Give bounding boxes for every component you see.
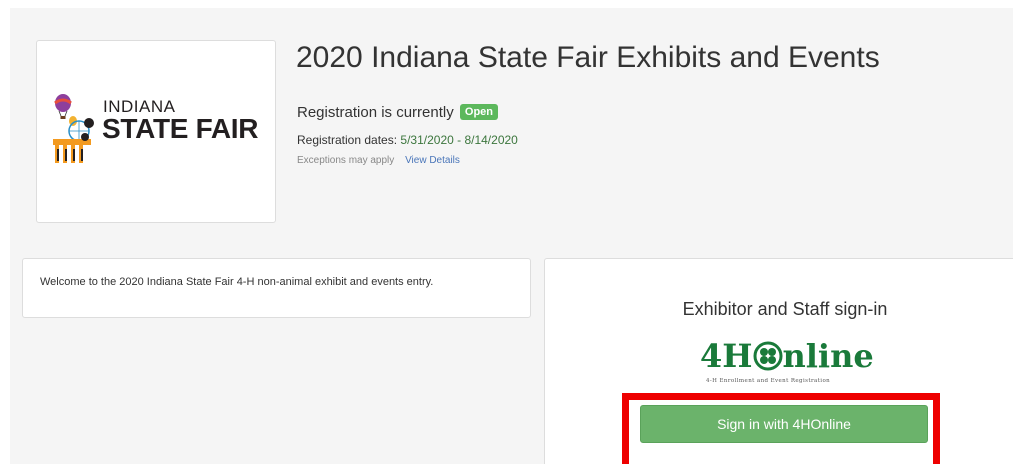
- event-logo-card: INDIANA STATE FAIR: [36, 40, 276, 223]
- welcome-card: Welcome to the 2020 Indiana State Fair 4…: [22, 258, 531, 318]
- fourh-tagline: 4-H Enrollment and Event Registration: [706, 378, 831, 384]
- balloons-ferris-wheel-logo-icon: [53, 94, 94, 163]
- indiana-state-fair-logo: INDIANA STATE FAIR: [51, 93, 267, 165]
- welcome-message: Welcome to the 2020 Indiana State Fair 4…: [40, 276, 434, 288]
- registration-status: Registration is currently Open: [297, 104, 499, 121]
- page-title: 2020 Indiana State Fair Exhibits and Eve…: [296, 41, 880, 74]
- logo-big-text: STATE FAIR: [102, 113, 259, 144]
- registration-dates: Registration dates: 5/31/2020 - 8/14/202…: [297, 133, 518, 147]
- fourh-logo-left: 4H: [700, 337, 753, 375]
- status-badge: Open: [459, 104, 499, 120]
- fourh-online-logo: 4H nline 4-H Enrollment and Event Registr…: [700, 337, 875, 393]
- sign-in-with-4honline-button[interactable]: Sign in with 4HOnline: [640, 405, 928, 443]
- signin-heading: Exhibitor and Staff sign-in: [682, 299, 888, 319]
- view-details-link[interactable]: View Details: [405, 155, 460, 166]
- registration-dates-label: Registration dates:: [297, 133, 398, 147]
- fourh-logo-right: nline: [782, 337, 874, 375]
- registration-dates-value: 5/31/2020 - 8/14/2020: [400, 133, 518, 147]
- clover-icon: [753, 341, 783, 371]
- registration-status-text: Registration is currently: [297, 104, 454, 121]
- exceptions-text: Exceptions may apply: [297, 155, 395, 166]
- fourh-logo-text: 4H nline: [700, 337, 874, 375]
- exceptions-note: Exceptions may apply View Details: [297, 155, 460, 166]
